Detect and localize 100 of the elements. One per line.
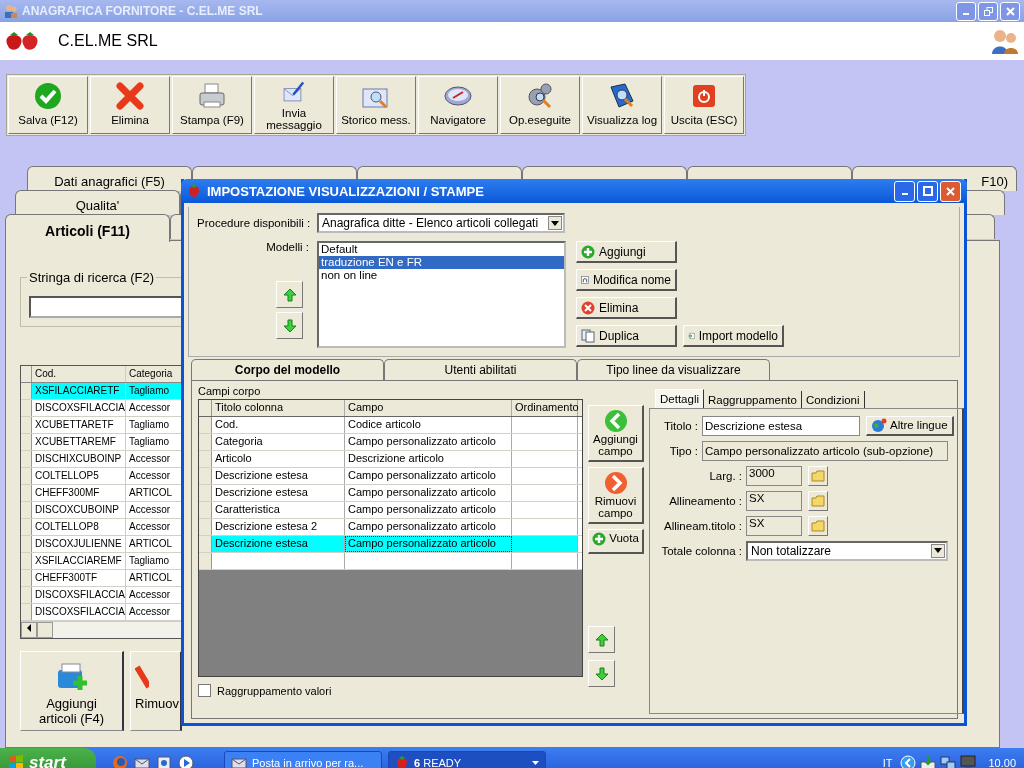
folder-button[interactable] [808,515,828,536]
table-row[interactable]: Descrizione estesa Campo personalizzato articolo [199,536,582,553]
row-header[interactable] [21,451,32,467]
row-header[interactable] [21,570,32,586]
procedure-dropdown[interactable]: Anagrafica ditte - Elenco articoli collegati [317,213,565,233]
toolbar-button[interactable]: Navigatore [418,76,498,134]
row-header[interactable] [21,553,32,569]
toolbar-button[interactable]: Op.eseguite [500,76,580,134]
list-item[interactable]: traduzione EN e FR [319,256,564,269]
action-button[interactable]: Aggiungi articoli (F4) [20,651,124,731]
row-header[interactable] [199,536,212,552]
list-item[interactable]: non on line [319,269,564,282]
table-row[interactable]: Descrizione estesa Campo personalizzato articolo [199,468,582,485]
mail-icon[interactable] [134,755,150,768]
tab[interactable]: Tipo linee da visualizzare [577,359,770,380]
table-row[interactable]: Categoria Campo personalizzato articolo [199,434,582,451]
row-header[interactable] [21,434,32,450]
total-dropdown[interactable]: Non totalizzare [746,540,948,561]
table-cell-text: ARTICOL [128,486,174,500]
horizontal-scrollbar[interactable] [21,621,183,638]
row-header[interactable] [199,451,212,467]
tab[interactable]: Corpo del modello [191,359,384,380]
title-field[interactable]: Descrizione estesa [702,415,860,436]
table-row[interactable]: Descrizione estesa 2 Campo personalizzato articolo [199,519,582,536]
row-header[interactable] [21,468,32,484]
chevron-left-icon[interactable] [900,755,917,768]
row-header[interactable] [199,502,212,518]
row-header[interactable] [21,383,32,399]
scrollbar-thumb[interactable] [37,622,53,638]
row-header[interactable] [21,519,32,535]
row-header[interactable] [21,485,32,501]
other-languages-button[interactable]: Altre lingue [866,415,954,436]
column-header[interactable]: Cod. [32,366,126,382]
monitor-icon[interactable] [960,755,977,768]
table-row[interactable]: Caratteristica Campo personalizzato articolo [199,502,582,519]
row-header[interactable] [21,536,32,552]
toolbar-button[interactable]: Uscita (ESC) [664,76,744,134]
browser-icon[interactable] [156,755,172,768]
column-header[interactable]: Categoria [126,366,183,382]
toolbar-button[interactable]: Visualizza log [582,76,662,134]
move-down-button[interactable] [276,312,303,339]
column-header[interactable]: Ordinamento [512,400,578,416]
maximize-button[interactable] [917,180,938,202]
row-header[interactable] [21,502,32,518]
row-header[interactable] [21,587,32,603]
toolbar-button[interactable]: Salva (F12) [8,76,88,134]
table-cell: Descrizione estesa [212,536,345,552]
column-header[interactable]: Titolo colonna [212,400,345,416]
procedure-label: Procedure disponibili : [197,217,309,229]
restore-button[interactable] [978,1,998,21]
action-button[interactable]: Modifica nome [576,269,677,291]
table-row[interactable]: XSFILACCIARETF Tagliamo [21,383,183,400]
move-down-button[interactable] [588,660,615,687]
folder-button[interactable] [808,465,828,486]
toolbar-button[interactable]: Elimina [90,76,170,134]
action-button[interactable]: Elimina [576,297,677,319]
toolbar-button[interactable]: Invia messaggio [254,76,334,134]
close-button[interactable] [1000,1,1020,21]
taskbar-button[interactable]: 6 READY [388,751,546,768]
toolbar-button[interactable]: Storico mess. [336,76,416,134]
action-button[interactable]: Rimuov [130,651,182,731]
action-button[interactable]: Import modello [683,325,784,347]
network-icon[interactable] [940,755,957,768]
column-header[interactable]: Campo [345,400,512,416]
table-row[interactable]: Articolo Descrizione articolo [199,451,582,468]
row-header[interactable] [199,468,212,484]
minimize-button[interactable] [956,1,976,21]
inbox-icon[interactable] [920,755,937,768]
row-header[interactable] [199,519,212,535]
move-up-button[interactable] [276,281,303,308]
folder-button[interactable] [808,490,828,511]
close-button[interactable] [940,180,961,202]
list-item[interactable]: Default [319,243,564,256]
row-header[interactable] [21,417,32,433]
row-header[interactable] [199,485,212,501]
language-indicator[interactable]: IT [882,757,893,768]
table-row[interactable]: Descrizione estesa Campo personalizzato articolo [199,485,582,502]
row-header[interactable] [199,417,212,433]
row-header[interactable] [21,400,32,416]
minimize-button[interactable] [894,180,915,202]
tab[interactable]: Dati anagrafici (F5) [27,166,192,191]
toolbar-button[interactable]: Stampa (F9) [172,76,252,134]
move-up-button[interactable] [588,626,615,653]
tab[interactable]: Utenti abilitati [384,359,577,380]
action-button[interactable]: Aggiungi campo [588,405,644,462]
empty-table-row[interactable] [199,553,582,570]
action-button[interactable]: Duplica [576,325,677,347]
action-button[interactable]: Vuota [588,529,644,554]
action-button[interactable]: Rimuovi campo [588,467,644,524]
tab[interactable]: Articoli (F11) [5,214,170,242]
firefox-icon[interactable] [112,755,128,768]
table-cell-text: ARTICOL [128,537,174,551]
action-button[interactable]: Aggiungi [576,241,677,263]
tab[interactable]: Qualita' [15,190,180,215]
row-header[interactable] [21,604,32,620]
row-header[interactable] [199,434,212,450]
tab[interactable]: Dettagli [655,389,704,408]
table-row[interactable]: Cod. Codice articolo [199,417,582,434]
grouping-checkbox[interactable]: Raggruppamento valori [198,684,583,697]
play-icon[interactable] [178,755,194,768]
